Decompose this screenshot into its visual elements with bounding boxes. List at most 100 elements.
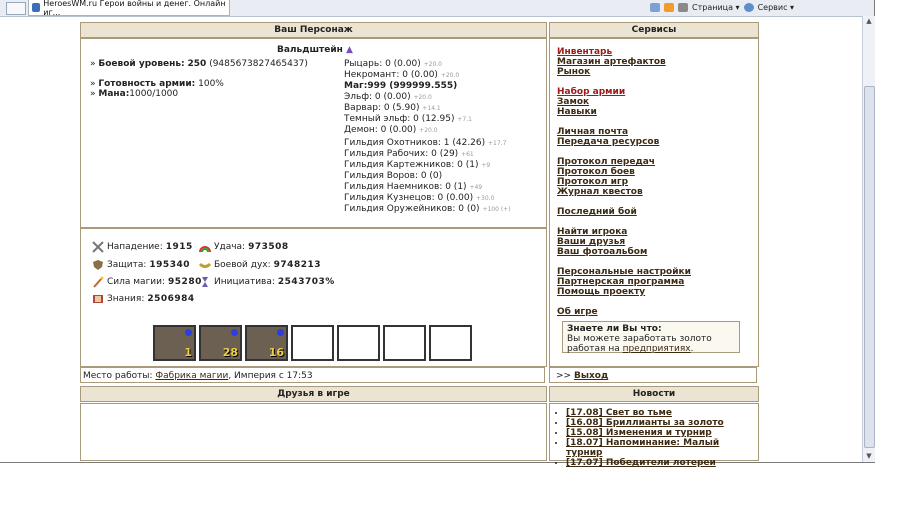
tools-menu[interactable]: Сервис ▾ [758, 3, 794, 12]
faction-list: Рыцарь: 0 (0.00) +20.0 Некромант: 0 (0.00… [344, 59, 472, 136]
service-link[interactable]: Передача ресурсов [557, 137, 659, 147]
service-link[interactable]: Протокол боев [557, 167, 635, 177]
print-icon[interactable] [678, 3, 688, 12]
news-header: Новости [549, 386, 759, 402]
quick-tabs-icon[interactable] [6, 2, 26, 15]
service-link[interactable]: Навыки [557, 107, 597, 117]
service-link[interactable]: Инвентарь [557, 47, 612, 57]
command-bar: Страница ▾ Сервис ▾ [650, 0, 794, 15]
service-link[interactable]: Партнерская программа [557, 277, 684, 287]
service-link[interactable]: Об игре [557, 307, 598, 317]
guild-row: Гильдия Кузнецов: 0 (0.00) +30.0 [344, 193, 495, 203]
guild-list: Гильдия Охотников: 1 (42.26) +17.7 Гильди… [344, 138, 511, 215]
sword-icon [92, 241, 104, 253]
faction-row: Рыцарь: 0 (0.00) +20.0 [344, 59, 442, 69]
favicon-icon [32, 3, 41, 12]
character-name-row: Вальдштейн ▲ [277, 45, 353, 55]
tools-gear-icon [743, 3, 754, 12]
service-link[interactable]: Магазин артефактов [557, 57, 666, 67]
guild-row: Гильдия Рабочих: 0 (29) +61 [344, 149, 474, 159]
news-item: [16.08] Бриллианты за золото [566, 418, 758, 428]
service-link[interactable]: Рынок [557, 67, 590, 77]
friends-header: Друзья в игре [80, 386, 547, 402]
home-icon[interactable] [650, 3, 660, 12]
faction-row: Темный эльф: 0 (12.95) +7.1 [344, 114, 472, 124]
stat-attack: Нападение: 1915 [92, 241, 193, 253]
faction-row: Некромант: 0 (0.00) +20.0 [344, 70, 460, 80]
service-link[interactable]: Журнал квестов [557, 187, 643, 197]
tab-title: HeroesWM.ru Герои войны и денег. Онлайн … [43, 0, 226, 17]
scroll-thumb[interactable] [864, 86, 875, 448]
services-header: Сервисы [549, 22, 759, 38]
army-slot[interactable] [383, 325, 426, 361]
scroll-down-icon[interactable]: ▼ [865, 452, 873, 461]
stat-initiative: Инициатива: 2543703% [199, 276, 335, 288]
service-link[interactable]: Ваши друзья [557, 237, 625, 247]
army-slot[interactable]: 16 [245, 325, 288, 361]
service-link[interactable]: Протокол игр [557, 177, 628, 187]
mana: » Мана:1000/1000 [90, 89, 179, 99]
browser-tab[interactable]: HeroesWM.ru Герои войны и денег. Онлайн … [28, 0, 230, 17]
faction-row: Демон: 0 (0.00) +20.0 [344, 125, 438, 135]
army-readiness: » Готовность армии: 100% [90, 79, 224, 89]
service-link[interactable]: Помощь проекту [557, 287, 645, 297]
enterprises-link[interactable]: предприятиях [623, 344, 691, 354]
guild-row: Гильдия Оружейников: 0 (0) +100 (+) [344, 204, 511, 214]
faction-row: Эльф: 0 (0.00) +20.0 [344, 92, 432, 102]
exit-link[interactable]: Выход [574, 371, 608, 381]
left-stats: » Боевой уровень: 250 (9485673827465437)… [90, 59, 308, 99]
guild-row: Гильдия Охотников: 1 (42.26) +17.7 [344, 138, 507, 148]
mage-hat-icon: ▲ [346, 45, 353, 55]
stat-spellpower: Сила магии: 95280 [92, 276, 202, 288]
character-panel: Вальдштейн ▲ » Боевой уровень: 250 (9485… [80, 38, 547, 228]
unit-count: 16 [268, 346, 284, 359]
workplace-bar: Место работы: Фабрика магии, Империя с 1… [80, 367, 545, 383]
army-slot[interactable]: 28 [199, 325, 242, 361]
exit-bar: >> Выход [549, 367, 757, 383]
service-link[interactable]: Персональные настройки [557, 267, 691, 277]
news-item: [18.07] Напоминание: Малый турнир [566, 438, 758, 458]
service-link[interactable]: Найти игрока [557, 227, 627, 237]
stat-morale: Боевой дух: 9748213 [198, 259, 321, 271]
feeds-icon[interactable] [664, 3, 674, 12]
army-slot[interactable] [291, 325, 334, 361]
stat-knowledge: Знания: 2506984 [92, 293, 195, 305]
news-item: [15.08] Изменения и турнир [566, 428, 758, 438]
scroll-up-icon[interactable]: ▲ [865, 17, 873, 26]
unit-count: 28 [222, 346, 238, 359]
news-panel: [17.08] Свет во тьме[16.08] Бриллианты з… [549, 403, 759, 468]
unit-level-icon [277, 329, 284, 336]
service-link[interactable]: Протокол передач [557, 157, 655, 167]
shield-icon [92, 259, 104, 271]
service-link[interactable]: Набор армии [557, 87, 625, 97]
news-link[interactable]: [15.08] Изменения и турнир [566, 428, 712, 438]
character-name[interactable]: Вальдштейн [277, 45, 343, 55]
news-item: [17.07] Победители лотереи [566, 458, 758, 468]
news-link[interactable]: [18.07] Напоминание: Малый турнир [566, 438, 719, 458]
army-slot[interactable] [429, 325, 472, 361]
service-link[interactable]: Замок [557, 97, 589, 107]
guild-row: Гильдия Воров: 0 (0) [344, 171, 443, 181]
character-header: Ваш Персонаж [80, 22, 547, 38]
browser-window: HeroesWM.ru Герои войны и денег. Онлайн … [0, 0, 875, 468]
tip-box: Знаете ли Вы что: Вы можете заработать з… [562, 321, 740, 354]
vertical-scrollbar[interactable]: ▲ ▼ [862, 16, 875, 462]
news-link[interactable]: [17.08] Свет во тьме [566, 408, 672, 418]
unit-count: 1 [184, 346, 192, 359]
news-item: [17.08] Свет во тьме [566, 408, 758, 418]
unit-level-icon [185, 329, 192, 336]
army-slot[interactable] [337, 325, 380, 361]
rainbow-icon [199, 241, 211, 253]
unit-level-icon [231, 329, 238, 336]
news-link[interactable]: [17.07] Победители лотереи [566, 458, 716, 468]
service-link[interactable]: Личная почта [557, 127, 628, 137]
page-menu[interactable]: Страница ▾ [692, 3, 740, 12]
news-link[interactable]: [16.08] Бриллианты за золото [566, 418, 724, 428]
friends-panel [80, 403, 547, 461]
morale-icon [198, 259, 212, 271]
workplace-link[interactable]: Фабрика магии [155, 371, 228, 381]
army-slot[interactable]: 1 [153, 325, 196, 361]
guild-row: Гильдия Наемников: 0 (1) +49 [344, 182, 483, 192]
service-link[interactable]: Последний бой [557, 207, 637, 217]
service-link[interactable]: Ваш фотоальбом [557, 247, 647, 257]
